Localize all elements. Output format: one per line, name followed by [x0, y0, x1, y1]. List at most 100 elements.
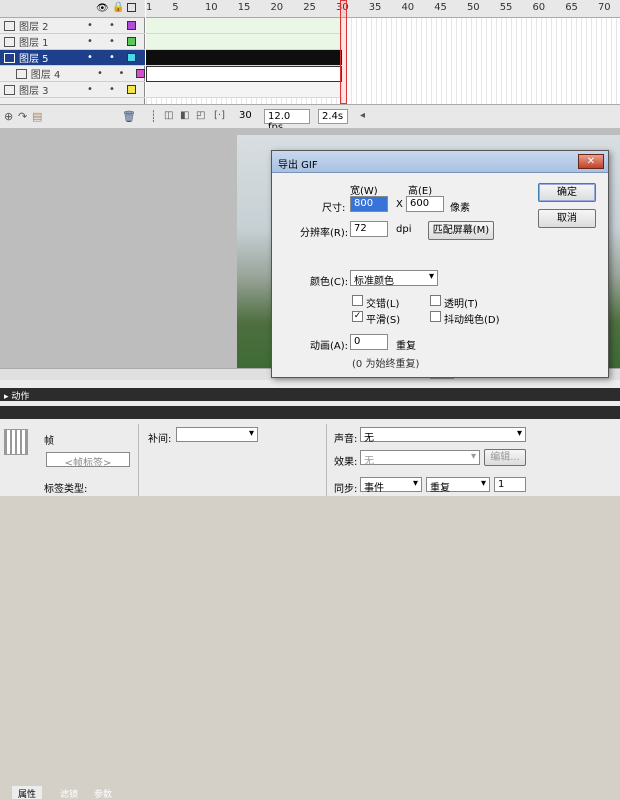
repeat-count-input[interactable]: 1: [494, 477, 526, 492]
effect-select[interactable]: 无: [360, 450, 480, 467]
height-input[interactable]: 600: [406, 196, 444, 212]
add-layer-icon[interactable]: ⊕: [4, 110, 13, 123]
center-frame-icon[interactable]: ┊: [150, 110, 157, 123]
actions-label: 动作: [11, 392, 30, 402]
visibility-dot[interactable]: •: [87, 84, 93, 95]
frame-span[interactable]: [146, 66, 342, 82]
frame-span[interactable]: [146, 50, 342, 66]
outline-icon[interactable]: [127, 3, 136, 12]
dither-checkbox[interactable]: [430, 311, 441, 322]
width-label: 宽(W): [350, 186, 378, 197]
onion-markers-icon[interactable]: [·]: [214, 110, 225, 121]
frame-span[interactable]: [146, 18, 342, 34]
smooth-checkbox[interactable]: ✓: [352, 311, 363, 322]
ruler-tick: 60: [532, 2, 546, 13]
layer-row[interactable]: 图层 1 • •: [0, 34, 145, 50]
layer-row[interactable]: 图层 2 • •: [0, 18, 145, 34]
animation-input[interactable]: 0: [350, 334, 388, 350]
dialog-title-bar[interactable]: 导出 GIF ✕: [272, 151, 608, 173]
close-icon[interactable]: ✕: [578, 154, 604, 169]
repeat-select[interactable]: 重复: [426, 477, 490, 494]
repeat-hint: (0 为始终重复): [352, 359, 420, 370]
layer-toggles[interactable]: • •: [79, 36, 123, 47]
layer-header: 👁 🔒: [0, 0, 145, 18]
sound-select[interactable]: 无: [360, 427, 526, 444]
frame-span[interactable]: [146, 34, 342, 50]
frame-label: 帧: [44, 436, 54, 447]
visibility-dot[interactable]: •: [87, 52, 93, 63]
layer-color-swatch[interactable]: [127, 37, 136, 46]
tab-parameters[interactable]: 参数: [88, 786, 118, 800]
tween-select[interactable]: [176, 427, 258, 442]
frame-span[interactable]: [146, 82, 342, 98]
add-folder-icon[interactable]: ▤: [32, 110, 42, 123]
visibility-dot[interactable]: •: [97, 68, 103, 79]
transparent-checkbox[interactable]: [430, 295, 441, 306]
lock-dot[interactable]: •: [109, 20, 115, 31]
ruler-tick: 65: [565, 2, 578, 13]
eye-icon[interactable]: 👁: [96, 3, 109, 14]
elapsed-time: 2.4s: [318, 109, 348, 124]
frame-rate[interactable]: 12.0 fps: [264, 109, 310, 133]
ruler-tick: 45: [434, 2, 447, 13]
width-input[interactable]: 800: [350, 196, 388, 212]
sync-select[interactable]: 事件: [360, 477, 422, 494]
timeline-panel: 👁 🔒 图层 2 • • 图层 1 • • 图层 5 • • 图层 4 • • 图层 3 • • 1 5 10 1…: [0, 0, 620, 133]
timeline-status-bar: ⊕ ↷ ▤ 🗑 ┊ ◫ ◧ ◰ [·] 30 12.0 fps 2.4s ◂: [0, 104, 620, 133]
lock-icon[interactable]: 🔒: [112, 2, 124, 13]
frame-grid[interactable]: [146, 18, 620, 104]
layer-toggles[interactable]: • •: [79, 20, 123, 31]
layer-list: 👁 🔒 图层 2 • • 图层 1 • • 图层 5 • • 图层 4 • • 图层 3 • •: [0, 0, 146, 104]
sync-label: 同步:: [334, 484, 358, 495]
pixels-label: 像素: [450, 203, 470, 214]
delete-layer-icon[interactable]: 🗑: [122, 110, 136, 123]
layer-color-swatch[interactable]: [127, 53, 136, 62]
layer-row[interactable]: 图层 3 • •: [0, 82, 145, 98]
repeat-label: 重复: [396, 341, 416, 352]
layer-row[interactable]: 图层 5 • •: [0, 50, 145, 66]
tab-filters[interactable]: 滤镜: [54, 786, 84, 800]
ruler-tick: 35: [368, 2, 382, 13]
interlace-label: 交错(L): [366, 299, 400, 310]
layer-row[interactable]: 图层 4 • •: [0, 66, 146, 82]
playhead[interactable]: [340, 0, 347, 104]
lock-dot[interactable]: •: [109, 36, 115, 47]
lock-dot[interactable]: •: [109, 52, 115, 63]
tab-properties[interactable]: 属性: [12, 786, 43, 800]
layer-color-swatch[interactable]: [127, 85, 136, 94]
frame-ruler[interactable]: 1 5 10 15 20 25 30 35 40 45 50 55 60 65 70: [146, 0, 620, 18]
layer-name: 图层 2: [19, 22, 49, 33]
x-label: X: [396, 199, 403, 210]
height-label: 高(E): [408, 186, 433, 197]
color-select[interactable]: 标准颜色: [350, 270, 438, 287]
scroll-left-icon[interactable]: ◂: [360, 110, 365, 121]
onion-outline-icon[interactable]: ◧: [180, 110, 189, 121]
ruler-tick: 40: [401, 2, 415, 13]
lock-dot[interactable]: •: [119, 68, 125, 79]
visibility-dot[interactable]: •: [87, 36, 93, 47]
layer-name: 图层 5: [19, 54, 49, 65]
edit-multiple-icon[interactable]: ◰: [196, 110, 205, 121]
layer-icon: [4, 52, 15, 63]
layer-name: 图层 4: [30, 70, 61, 81]
resolution-input[interactable]: 72: [350, 221, 388, 237]
layer-toggles[interactable]: • •: [79, 84, 123, 95]
layer-color-swatch[interactable]: [127, 21, 136, 30]
lock-dot[interactable]: •: [109, 84, 115, 95]
cancel-button[interactable]: 取消: [538, 209, 596, 228]
layer-toggles[interactable]: • •: [89, 68, 132, 79]
actions-panel-header[interactable]: ▸ 动作: [0, 388, 620, 402]
interlace-checkbox[interactable]: [352, 295, 363, 306]
transparent-label: 透明(T): [444, 299, 478, 310]
frame-name-input[interactable]: <帧标签>: [46, 452, 130, 469]
ruler-tick: 5: [172, 2, 179, 13]
edit-sound-button[interactable]: 编辑...: [484, 449, 526, 466]
divider: [326, 424, 327, 496]
layer-color-swatch[interactable]: [136, 69, 146, 78]
ok-button[interactable]: 确定: [538, 183, 596, 202]
onion-skin-icon[interactable]: ◫: [164, 110, 173, 121]
visibility-dot[interactable]: •: [87, 20, 93, 31]
layer-toggles[interactable]: • •: [79, 52, 123, 63]
match-screen-button[interactable]: 匹配屏幕(M): [428, 221, 494, 240]
add-guide-icon[interactable]: ↷: [18, 110, 27, 123]
